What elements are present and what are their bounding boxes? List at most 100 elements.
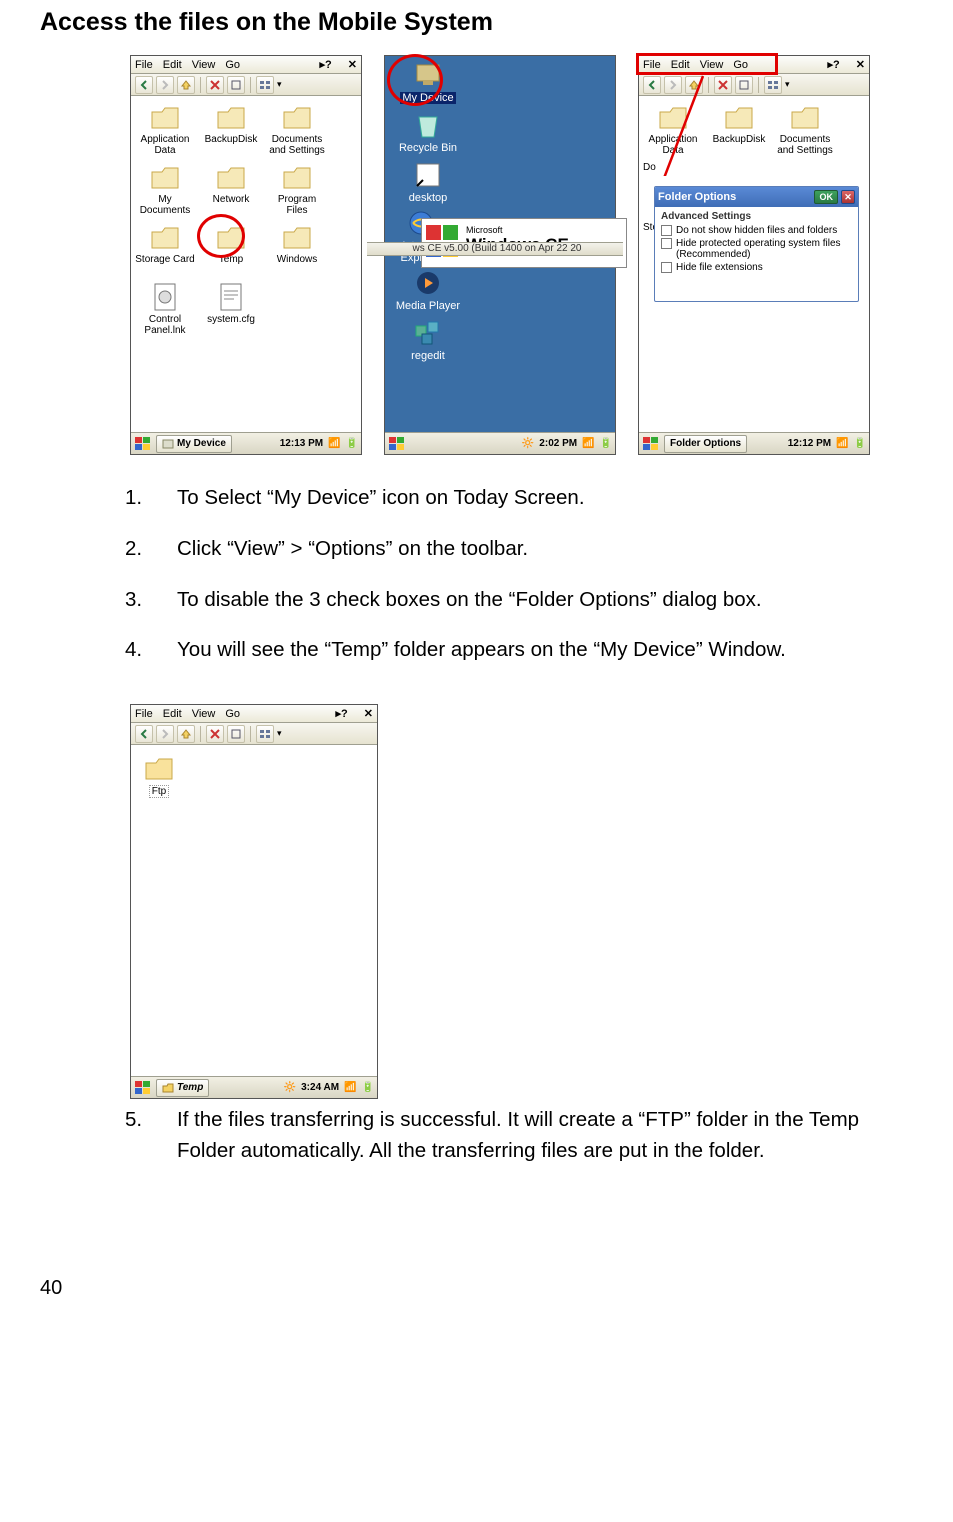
properties-button[interactable]	[227, 76, 245, 94]
tray-icon[interactable]: 📶	[582, 438, 594, 449]
folder-program-files[interactable]: Program Files	[267, 162, 327, 216]
tray-icon[interactable]: 🔋	[346, 438, 358, 449]
checkbox-protected-files[interactable]: Hide protected operating system files (R…	[661, 238, 852, 260]
screenshot-today-screen: My Device Recycle Bin desktop Internet E…	[384, 55, 616, 455]
delete-button[interactable]	[714, 76, 732, 94]
toolbar: ▾	[639, 74, 869, 96]
desktop-desktop-shortcut[interactable]: desktop	[393, 160, 463, 204]
properties-button[interactable]	[227, 725, 245, 743]
nav-up-button[interactable]	[685, 76, 703, 94]
step-text: You will see the “Temp” folder appears o…	[177, 635, 786, 666]
tray-icon[interactable]: 🔋	[362, 1082, 374, 1093]
step-number: 3.	[125, 585, 177, 616]
close-icon[interactable]: ✕	[364, 707, 373, 720]
menu-go[interactable]: Go	[225, 708, 240, 720]
screenshot-folder-options: File Edit View Go ▸? ✕ ▾ Application Dat…	[638, 55, 870, 455]
folder-windows[interactable]: Windows	[267, 222, 327, 265]
advanced-settings-label: Advanced Settings	[661, 211, 852, 222]
nav-up-button[interactable]	[177, 725, 195, 743]
taskbar-clock: 12:12 PM	[788, 438, 831, 449]
folder-application-data[interactable]: Application Data	[643, 102, 703, 156]
menu-file[interactable]: File	[135, 59, 153, 71]
folder-network[interactable]: Network	[201, 162, 261, 205]
checkbox-hidden-files[interactable]: Do not show hidden files and folders	[661, 225, 852, 236]
toolbar: ▾	[131, 74, 361, 96]
tray-icon[interactable]: 🔆	[522, 438, 534, 449]
tray-icon[interactable]: 🔋	[600, 438, 612, 449]
page-number: 40	[40, 1277, 62, 1300]
menu-view[interactable]: View	[192, 59, 216, 71]
folder-backupdisk[interactable]: BackupDisk	[709, 102, 769, 145]
view-mode-button[interactable]	[256, 76, 274, 94]
tray-icon[interactable]: 📶	[344, 1082, 356, 1093]
nav-back-button[interactable]	[643, 76, 661, 94]
close-icon[interactable]: ✕	[348, 58, 357, 71]
help-icon[interactable]: ▸?	[336, 707, 348, 720]
toolbar: ▾	[131, 723, 377, 745]
desktop-regedit-icon[interactable]: regedit	[393, 318, 463, 362]
taskbar: Temp 🔆 3:24 AM 📶 🔋	[131, 1076, 377, 1098]
folder-application-data[interactable]: Application Data	[135, 102, 195, 156]
dialog-ok-button[interactable]: OK	[814, 190, 838, 204]
dialog-title: Folder Options	[658, 191, 736, 203]
menu-go[interactable]: Go	[225, 59, 240, 71]
view-mode-button[interactable]	[764, 76, 782, 94]
step-text: If the files transferring is successful.…	[177, 1105, 897, 1167]
menu-view[interactable]: View	[192, 708, 216, 720]
folder-documents-settings[interactable]: Documents and Settings	[267, 102, 327, 156]
tray-icon[interactable]: 📶	[836, 438, 848, 449]
step-number: 2.	[125, 534, 177, 565]
close-icon[interactable]: ✕	[856, 58, 865, 71]
taskbar-my-device-button[interactable]: My Device	[156, 435, 232, 453]
view-mode-button[interactable]	[256, 725, 274, 743]
folder-my-documents[interactable]: My Documents	[135, 162, 195, 216]
nav-back-button[interactable]	[135, 725, 153, 743]
tray-icon[interactable]: 🔆	[284, 1082, 296, 1093]
nav-back-button[interactable]	[135, 76, 153, 94]
shortcut-control-panel[interactable]: Control Panel.lnk	[135, 282, 195, 336]
desktop-media-player-icon[interactable]: Media Player	[393, 268, 463, 312]
windows-ce-build-bar: ws CE v5.00 (Build 1400 on Apr 22 20	[367, 242, 623, 256]
delete-button[interactable]	[206, 725, 224, 743]
menu-file[interactable]: File	[135, 708, 153, 720]
step-number: 1.	[125, 483, 177, 514]
highlight-menubar-rect	[636, 53, 778, 75]
nav-up-button[interactable]	[177, 76, 195, 94]
help-icon[interactable]: ▸?	[828, 58, 840, 71]
nav-fwd-button[interactable]	[156, 76, 174, 94]
checkbox-icon[interactable]	[661, 225, 672, 236]
taskbar-temp-button[interactable]: Temp	[156, 1079, 209, 1097]
tray-icon[interactable]: 🔋	[854, 438, 866, 449]
desktop-recycle-bin-icon[interactable]: Recycle Bin	[393, 110, 463, 154]
highlight-temp-circle	[197, 214, 245, 258]
step-number: 5.	[125, 1105, 177, 1167]
taskbar: 🔆 2:02 PM 📶 🔋	[385, 432, 615, 454]
taskbar-clock: 12:13 PM	[280, 438, 323, 449]
checkbox-file-extensions[interactable]: Hide file extensions	[661, 262, 852, 273]
dialog-close-button[interactable]: ✕	[841, 190, 855, 204]
taskbar-clock: 3:24 AM	[301, 1082, 339, 1093]
help-icon[interactable]: ▸?	[320, 58, 332, 71]
step-text: Click “View” > “Options” on the toolbar.	[177, 534, 528, 565]
taskbar-folder-options-button[interactable]: Folder Options	[664, 435, 747, 453]
start-icon[interactable]	[134, 436, 152, 452]
folder-documents-settings[interactable]: Documents and Settings	[775, 102, 835, 156]
properties-button[interactable]	[735, 76, 753, 94]
screenshot-temp-folder: File Edit View Go ▸? ✕ ▾ Ftp	[130, 704, 378, 1099]
start-icon[interactable]	[388, 436, 406, 452]
menu-edit[interactable]: Edit	[163, 708, 182, 720]
folder-storage-card[interactable]: Storage Card	[135, 222, 195, 265]
folder-backupdisk[interactable]: BackupDisk	[201, 102, 261, 145]
menu-edit[interactable]: Edit	[163, 59, 182, 71]
checkbox-icon[interactable]	[661, 262, 672, 273]
tray-icon[interactable]: 📶	[328, 438, 340, 449]
nav-fwd-button[interactable]	[156, 725, 174, 743]
start-icon[interactable]	[642, 436, 660, 452]
folder-ftp[interactable]: Ftp	[139, 753, 179, 798]
checkbox-icon[interactable]	[661, 238, 672, 249]
taskbar: Folder Options 12:12 PM 📶 🔋	[639, 432, 869, 454]
start-icon[interactable]	[134, 1080, 152, 1096]
nav-fwd-button[interactable]	[664, 76, 682, 94]
file-system-cfg[interactable]: system.cfg	[201, 282, 261, 325]
delete-button[interactable]	[206, 76, 224, 94]
